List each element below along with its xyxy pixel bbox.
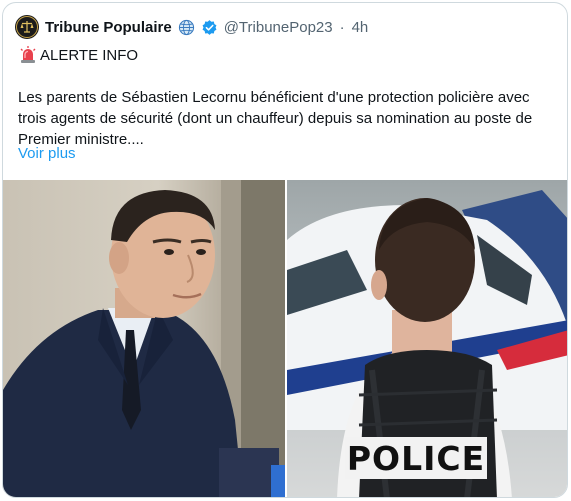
globe-icon	[178, 19, 194, 35]
user-handle[interactable]: @TribunePop23	[224, 19, 333, 36]
media-grid: POLICE	[3, 180, 567, 497]
tweet-card[interactable]: Tribune Populaire @TribunePop23 · 4h ALE…	[2, 2, 568, 498]
scales-logo-icon	[16, 16, 38, 38]
alert-label: ALERTE INFO	[40, 46, 139, 64]
timestamp[interactable]: 4h	[352, 19, 369, 36]
avatar[interactable]	[15, 15, 39, 39]
photo-police-officer[interactable]: POLICE	[287, 180, 567, 497]
politician-illustration	[3, 180, 285, 497]
police-vest-label: POLICE	[345, 437, 487, 479]
photo-politician[interactable]	[3, 180, 285, 497]
tweet-body: Les parents de Sébastien Lecornu bénéfic…	[18, 89, 533, 148]
display-name[interactable]: Tribune Populaire	[45, 19, 172, 36]
separator-dot: ·	[339, 18, 345, 36]
rotating-light-icon	[20, 46, 36, 63]
show-more-link[interactable]: Voir plus	[18, 145, 76, 162]
verified-badge-icon[interactable]	[201, 19, 218, 36]
alert-line: ALERTE INFO	[18, 45, 138, 65]
tweet-header: Tribune Populaire @TribunePop23 · 4h	[15, 14, 368, 40]
